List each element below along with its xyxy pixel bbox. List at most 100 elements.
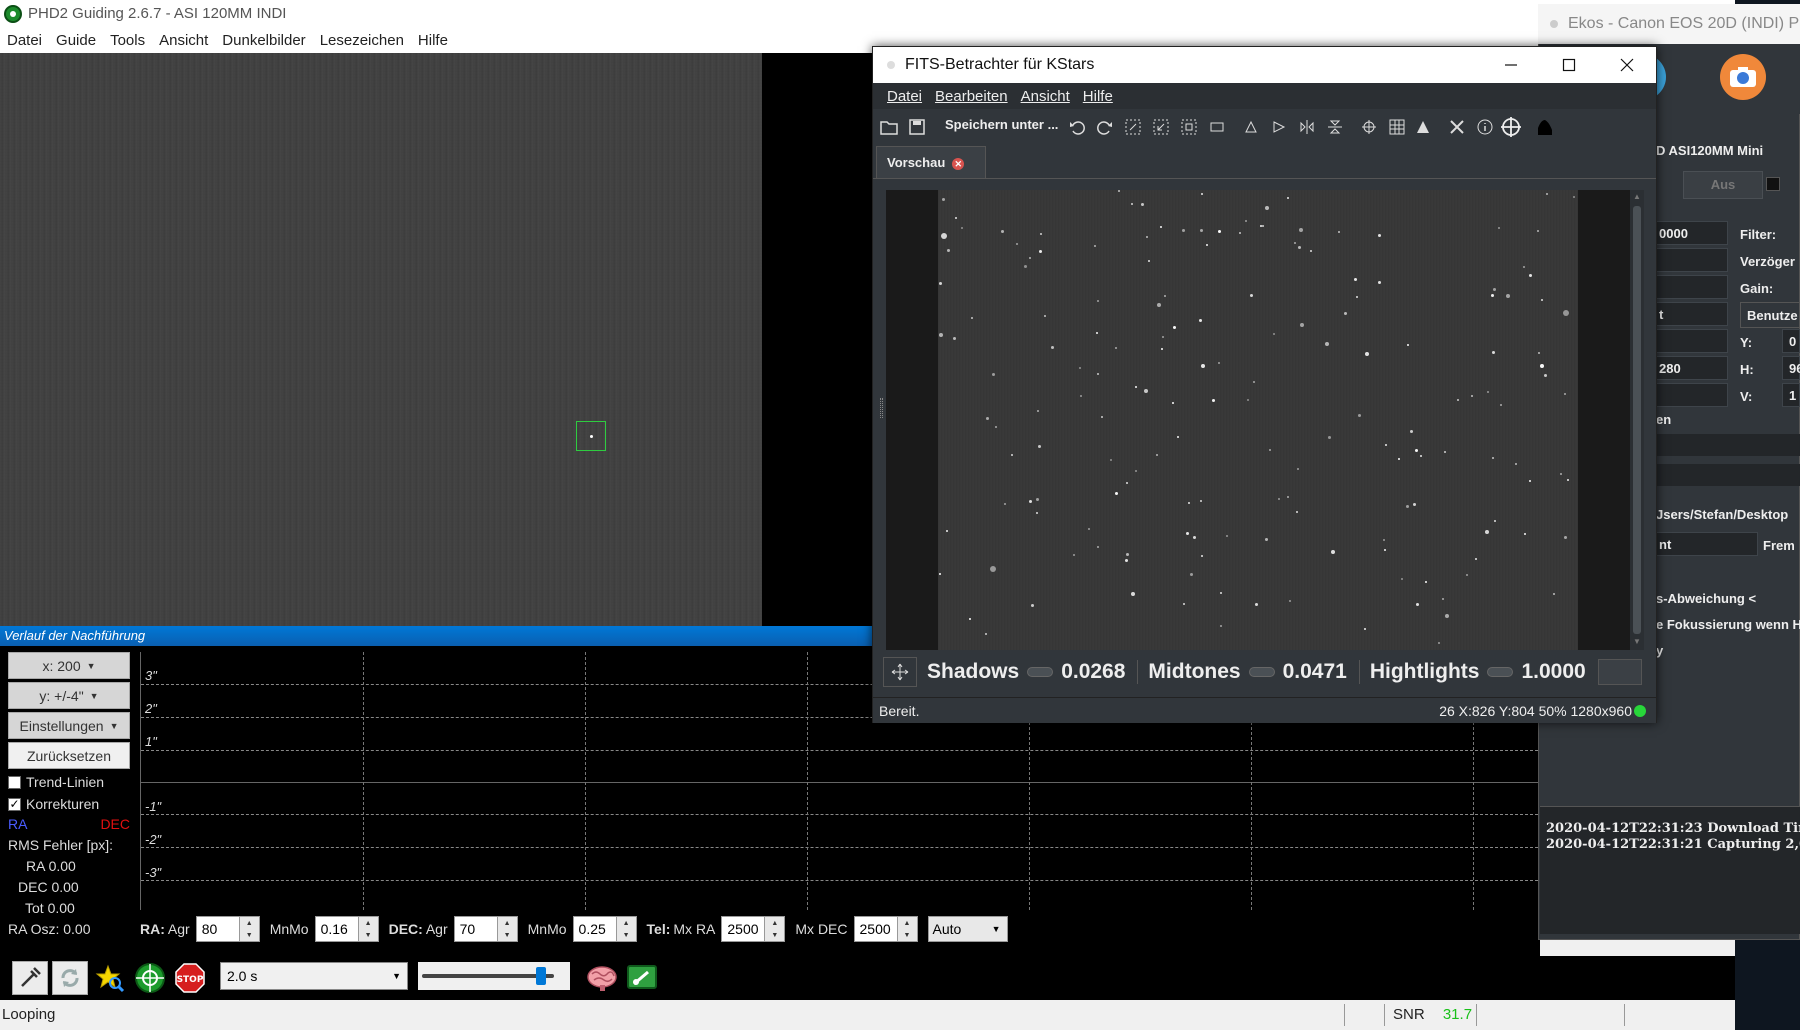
- settings-dropdown[interactable]: Einstellungen ▼: [8, 712, 130, 739]
- save-as-button[interactable]: Speichern unter ...: [945, 117, 1058, 132]
- menu-ansicht[interactable]: Ansicht: [152, 32, 215, 49]
- capture-module-icon[interactable]: [1720, 54, 1766, 100]
- fits-menu-bearbeiten[interactable]: Bearbeiten: [929, 88, 1015, 105]
- gamma-slider[interactable]: [418, 962, 570, 990]
- v-field[interactable]: 1: [1782, 383, 1800, 407]
- zoom-fit-button[interactable]: [1207, 117, 1227, 137]
- redo-button[interactable]: [1095, 117, 1115, 137]
- open-button[interactable]: [879, 117, 899, 137]
- fits-vertical-scrollbar[interactable]: ▲ ▼: [1630, 190, 1644, 650]
- ra-agr-spinner[interactable]: 80 ▲ ▼: [195, 916, 260, 942]
- type-select[interactable]: [1656, 275, 1728, 299]
- w-field[interactable]: 280: [1656, 356, 1728, 380]
- cooler-off-button[interactable]: Aus: [1683, 171, 1763, 199]
- mx-ra-spinner[interactable]: 2500 ▲ ▼: [721, 916, 786, 942]
- h-field[interactable]: 96: [1782, 356, 1800, 380]
- pointer-button[interactable]: [1413, 117, 1433, 137]
- highlights-slider[interactable]: [1487, 667, 1514, 677]
- info-button[interactable]: [1475, 117, 1495, 137]
- dec-agr-input[interactable]: 70: [453, 916, 498, 942]
- slider-thumb[interactable]: [535, 967, 546, 985]
- fits-menu-hilfe[interactable]: Hilfe: [1077, 88, 1120, 105]
- flip-h-button[interactable]: [1297, 117, 1317, 137]
- stretch-options-button[interactable]: [1597, 659, 1642, 685]
- ra-mnmo-input[interactable]: 0.16: [314, 916, 359, 942]
- dec-mnmo-spinner[interactable]: 0.25 ▲ ▼: [572, 916, 637, 942]
- menu-datei[interactable]: Datei: [0, 32, 49, 49]
- menu-tools[interactable]: Tools: [103, 32, 152, 49]
- minimize-button[interactable]: [1482, 47, 1540, 83]
- close-button[interactable]: [1598, 47, 1656, 83]
- menu-hilfe[interactable]: Hilfe: [411, 32, 455, 49]
- rotate-ccw-button[interactable]: [1269, 117, 1289, 137]
- iso-select[interactable]: t: [1656, 302, 1728, 326]
- scope-view-button[interactable]: [624, 961, 660, 995]
- save-button[interactable]: [907, 117, 927, 137]
- rotate-cw-button[interactable]: [1241, 117, 1261, 137]
- menu-lesezeichen[interactable]: Lesezeichen: [313, 32, 411, 49]
- scroll-down-icon[interactable]: ▼: [1633, 637, 1641, 646]
- trend-lines-checkbox[interactable]: Trend-Linien: [8, 772, 132, 792]
- star: [985, 633, 987, 635]
- close-tab-icon[interactable]: ✕: [952, 157, 965, 170]
- fits-menu-datei[interactable]: Datei: [881, 88, 929, 105]
- spin-arrows-icon[interactable]: ▲ ▼: [765, 916, 786, 942]
- zoom-default-button[interactable]: [1179, 117, 1199, 137]
- mx-dec-spinner[interactable]: 2500 ▲ ▼: [853, 916, 918, 942]
- loop-button[interactable]: [52, 961, 88, 995]
- menu-dunkelbilder[interactable]: Dunkelbilder: [215, 32, 312, 49]
- ra-agr-input[interactable]: 80: [195, 916, 240, 942]
- spin-arrows-icon[interactable]: ▲ ▼: [616, 916, 637, 942]
- connect-equipment-button[interactable]: [12, 961, 48, 995]
- tab-preview[interactable]: Vorschau ✕: [876, 146, 986, 178]
- splitter-handle[interactable]: [880, 398, 883, 418]
- brain-settings-button[interactable]: [584, 961, 620, 995]
- shadows-slider[interactable]: [1027, 667, 1054, 677]
- objects-button[interactable]: [1447, 117, 1467, 137]
- dec-mode-select[interactable]: Auto ▼: [927, 916, 1008, 942]
- menu-guide[interactable]: Guide: [49, 32, 103, 49]
- midtones-slider[interactable]: [1248, 667, 1275, 677]
- fits-image[interactable]: [938, 190, 1578, 650]
- format-select[interactable]: nt: [1656, 532, 1758, 556]
- y-field[interactable]: 0: [1782, 329, 1800, 353]
- center-telescope-button[interactable]: [1501, 117, 1521, 137]
- flip-v-button[interactable]: [1325, 117, 1345, 137]
- grid-button[interactable]: [1387, 117, 1407, 137]
- ekos-label-abweichung: s-Abweichung <: [1656, 591, 1757, 606]
- reset-button[interactable]: Zurücksetzen: [8, 742, 130, 769]
- mark-stars-button[interactable]: [1359, 117, 1379, 137]
- ra-mnmo-spinner[interactable]: 0.16 ▲ ▼: [314, 916, 379, 942]
- custom-button[interactable]: Benutze: [1740, 302, 1800, 328]
- spin-arrows-icon[interactable]: ▲ ▼: [497, 916, 518, 942]
- corrections-checkbox[interactable]: ✓ Korrekturen: [8, 794, 132, 814]
- zoom-out-button[interactable]: [1151, 117, 1171, 137]
- stop-button[interactable]: STOP: [172, 961, 208, 995]
- undo-button[interactable]: [1067, 117, 1087, 137]
- dec-mnmo-input[interactable]: 0.25: [572, 916, 617, 942]
- mx-dec-input[interactable]: 2500: [853, 916, 898, 942]
- mx-ra-input[interactable]: 2500: [721, 916, 766, 942]
- exposure-select[interactable]: 2.0 s ▼: [220, 962, 408, 990]
- scroll-up-icon[interactable]: ▲: [1633, 192, 1641, 201]
- dec-agr-spinner[interactable]: 70 ▲ ▼: [453, 916, 518, 942]
- fits-menu-ansicht[interactable]: Ansicht: [1015, 88, 1077, 105]
- x-scale-dropdown[interactable]: x: 200 ▼: [8, 652, 130, 679]
- guide-button[interactable]: [132, 961, 168, 995]
- maximize-button[interactable]: [1540, 47, 1598, 83]
- scroll-thumb[interactable]: [1633, 206, 1641, 634]
- auto-select-star-button[interactable]: [92, 961, 128, 995]
- spin-arrows-icon[interactable]: ▲ ▼: [239, 916, 260, 942]
- spin-arrows-icon[interactable]: ▲ ▼: [358, 916, 379, 942]
- zoom-in-button[interactable]: [1123, 117, 1143, 137]
- delay-field[interactable]: [1656, 248, 1728, 272]
- exposure-field[interactable]: 0000: [1656, 221, 1728, 245]
- pan-button[interactable]: [883, 657, 917, 687]
- histogram-button[interactable]: [1535, 117, 1555, 137]
- spin-arrows-icon[interactable]: ▲ ▼: [897, 916, 918, 942]
- x-field[interactable]: [1656, 329, 1728, 353]
- y-scale-dropdown[interactable]: y: +/-4" ▼: [8, 682, 130, 709]
- triangle-pointer-icon: [1417, 121, 1429, 133]
- binning-field[interactable]: [1656, 383, 1728, 407]
- cooler-checkbox[interactable]: [1766, 177, 1780, 191]
